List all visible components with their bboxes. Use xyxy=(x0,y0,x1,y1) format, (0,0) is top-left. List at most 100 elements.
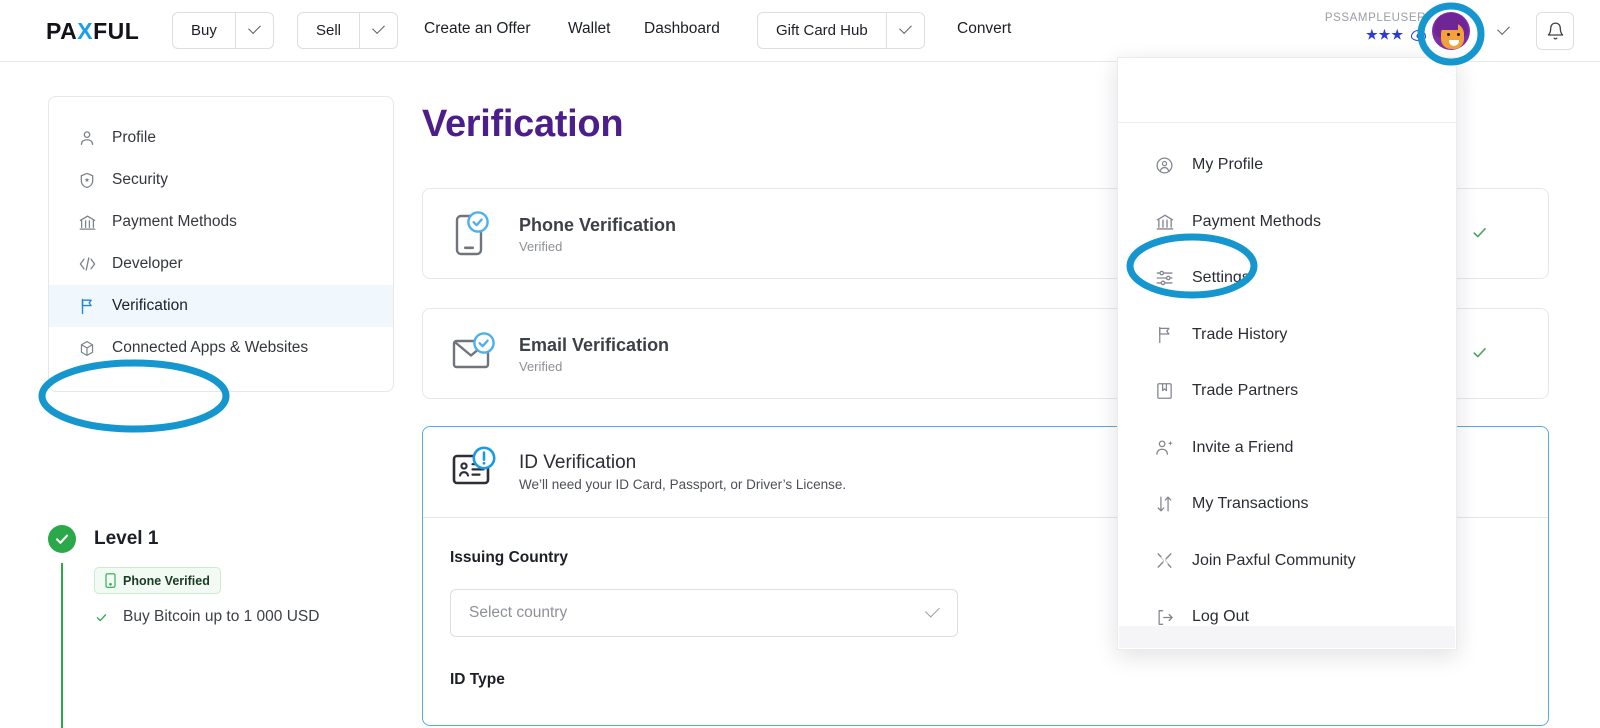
chevron-down-icon xyxy=(1496,21,1510,35)
green-check-icon xyxy=(1469,344,1490,366)
sidebar-item-label: Verification xyxy=(112,297,188,314)
top-navigation-bar: PA X FUL Buy Sell Create an Offer Wallet D… xyxy=(0,0,1600,62)
x-community-icon xyxy=(1154,550,1175,571)
menu-item-label: Payment Methods xyxy=(1192,212,1321,230)
buy-label: Buy xyxy=(191,22,217,39)
green-check-icon xyxy=(1469,224,1490,246)
id-type-label: ID Type xyxy=(450,671,505,688)
buy-dropdown-toggle[interactable] xyxy=(234,13,273,48)
check-circle-icon xyxy=(48,525,76,553)
settings-sidebar: Profile Security Payment Methods Develop… xyxy=(48,96,394,392)
chevron-down-icon xyxy=(247,21,261,35)
avatar-eye-right xyxy=(1457,33,1460,36)
card-title: Phone Verification xyxy=(519,215,677,235)
page-title: Verification xyxy=(422,103,624,145)
card-title: ID Verification xyxy=(519,452,637,473)
menu-item-label: My Profile xyxy=(1192,156,1264,174)
notifications-button[interactable] xyxy=(1536,12,1574,50)
sidebar-item-label: Payment Methods xyxy=(112,213,237,230)
profile-dropdown-menu: My Profile Payment Methods Settings Trad… xyxy=(1117,57,1457,650)
sell-dropdown-toggle[interactable] xyxy=(359,13,397,48)
code-icon xyxy=(77,254,97,274)
avatar-bangs xyxy=(1438,18,1458,30)
dropdown-header-spacer xyxy=(1118,58,1456,123)
level-perk: Buy Bitcoin up to 1 000 USD xyxy=(94,608,408,626)
person-icon xyxy=(77,128,97,148)
status-badge: Phone Verified xyxy=(94,567,221,594)
gift-card-hub-dropdown-toggle[interactable] xyxy=(885,13,924,48)
sidebar-item-verification[interactable]: Verification xyxy=(49,285,393,327)
flag-icon xyxy=(1154,324,1175,345)
sidebar-item-profile[interactable]: Profile xyxy=(49,117,393,159)
id-card-alert-icon xyxy=(451,446,503,498)
menu-item-trade-history[interactable]: Trade History xyxy=(1118,307,1456,364)
gift-card-hub-label: Gift Card Hub xyxy=(776,22,868,39)
sidebar-item-label: Developer xyxy=(112,255,183,272)
username-label: PSSAMPLEUSER xyxy=(1324,12,1426,24)
cube-icon xyxy=(77,338,97,358)
issuing-country-select[interactable]: Select country xyxy=(450,589,958,637)
menu-item-label: Join Paxful Community xyxy=(1192,551,1356,569)
phone-verified-icon xyxy=(451,209,503,261)
card-subtitle: Verified xyxy=(519,359,563,374)
bank-icon xyxy=(1154,211,1175,232)
status-badge-label: Phone Verified xyxy=(123,573,210,588)
avatar[interactable] xyxy=(1432,12,1470,50)
menu-item-settings[interactable]: Settings xyxy=(1118,250,1456,307)
menu-item-label: Trade Partners xyxy=(1192,382,1299,400)
menu-item-payment-methods[interactable]: Payment Methods xyxy=(1118,194,1456,251)
sell-button[interactable]: Sell xyxy=(297,12,399,49)
sidebar-item-developer[interactable]: Developer xyxy=(49,243,393,285)
flag-icon xyxy=(77,296,97,316)
sidebar-item-connected-apps[interactable]: Connected Apps & Websites xyxy=(49,327,393,369)
issuing-country-value: Select country xyxy=(469,604,568,621)
level-header: Level 1 xyxy=(48,525,408,553)
bank-icon xyxy=(77,212,97,232)
sidebar-item-label: Connected Apps & Websites xyxy=(112,339,309,356)
logout-icon xyxy=(1154,607,1175,628)
phone-icon xyxy=(105,573,116,588)
person-plus-icon xyxy=(1154,437,1175,458)
masked-balance: ★★★ xyxy=(1366,27,1404,43)
chevron-down-icon xyxy=(372,21,385,35)
nav-dashboard[interactable]: Dashboard xyxy=(644,20,720,38)
sidebar-item-security[interactable]: Security xyxy=(49,159,393,201)
chevron-down-icon xyxy=(925,602,940,618)
nav-convert[interactable]: Convert xyxy=(957,20,1011,38)
nav-wallet[interactable]: Wallet xyxy=(568,20,611,38)
card-title: Email Verification xyxy=(519,335,670,355)
menu-item-label: Invite a Friend xyxy=(1192,438,1294,456)
menu-item-join-paxful-community[interactable]: Join Paxful Community xyxy=(1118,533,1456,590)
person-circle-icon xyxy=(1154,155,1175,176)
eye-icon[interactable] xyxy=(1411,30,1426,42)
arrows-updown-icon xyxy=(1154,494,1175,515)
menu-item-trade-partners[interactable]: Trade Partners xyxy=(1118,363,1456,420)
menu-item-my-profile[interactable]: My Profile xyxy=(1118,137,1456,194)
profile-menu-toggle[interactable] xyxy=(1484,12,1522,50)
account-balance-area: PSSAMPLEUSER ★★★ xyxy=(1325,12,1426,43)
sliders-icon xyxy=(1154,268,1175,289)
menu-item-label: Trade History xyxy=(1192,325,1288,343)
sidebar-item-payment-methods[interactable]: Payment Methods xyxy=(49,201,393,243)
menu-item-invite-a-friend[interactable]: Invite a Friend xyxy=(1118,420,1456,477)
menu-item-label: My Transactions xyxy=(1192,495,1309,513)
shield-icon xyxy=(77,170,97,190)
menu-item-label: Settings xyxy=(1192,269,1250,287)
verification-level-block: Level 1 Phone Verified Buy Bitcoin up to… xyxy=(48,525,408,728)
level-progress-rail xyxy=(61,563,63,728)
chevron-down-icon xyxy=(898,21,912,35)
buy-button[interactable]: Buy xyxy=(172,12,274,49)
bookmark-icon xyxy=(1154,381,1175,402)
issuing-country-label: Issuing Country xyxy=(450,549,568,566)
card-subtitle: Verified xyxy=(519,239,563,254)
avatar-eye-left xyxy=(1447,33,1450,36)
sidebar-item-label: Profile xyxy=(112,129,156,146)
level-title: Level 1 xyxy=(94,528,159,549)
gift-card-hub-button[interactable]: Gift Card Hub xyxy=(757,12,925,49)
menu-item-my-transactions[interactable]: My Transactions xyxy=(1118,476,1456,533)
paxful-logo[interactable]: PA X FUL xyxy=(46,18,139,45)
logo-text-pre: PA xyxy=(46,18,78,44)
level-perk-label: Buy Bitcoin up to 1 000 USD xyxy=(123,608,320,625)
nav-create-an-offer[interactable]: Create an Offer xyxy=(424,20,531,38)
sell-label: Sell xyxy=(316,22,342,39)
